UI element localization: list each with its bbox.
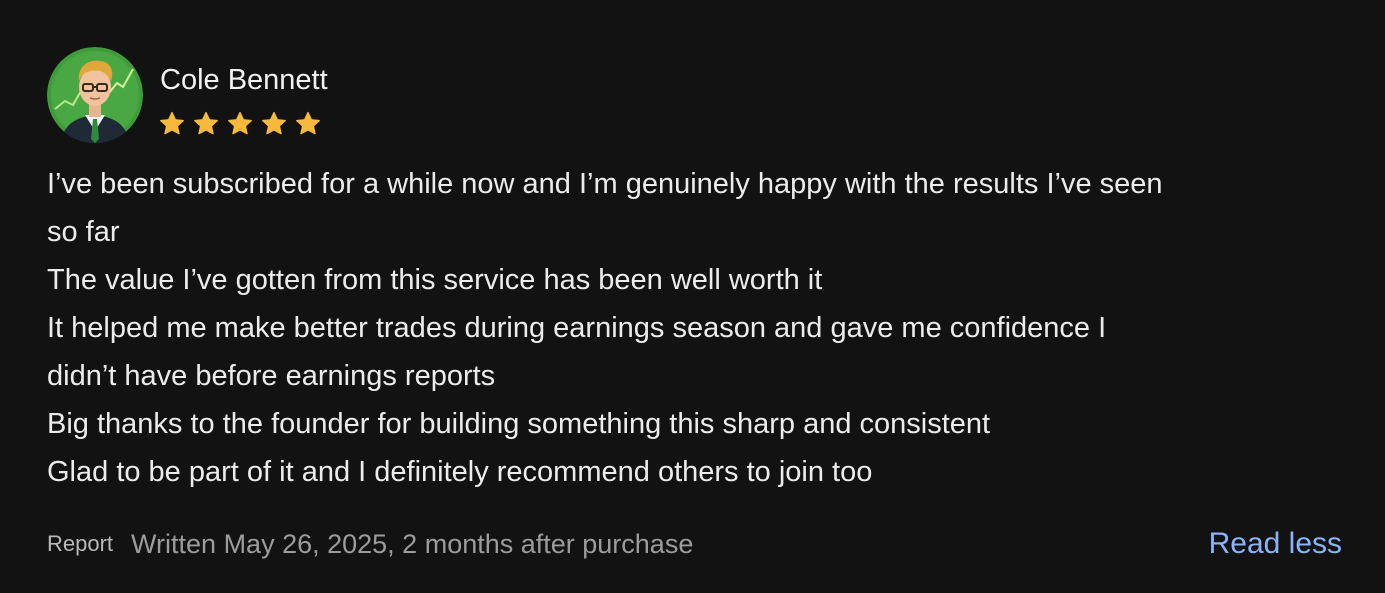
review-card: Cole Bennett I’ve been subscribed for a …	[0, 0, 1385, 593]
review-line: It helped me make better trades during e…	[47, 312, 1107, 344]
star-icon	[160, 111, 184, 135]
review-footer: Report Written May 26, 2025, 2 months af…	[47, 524, 693, 564]
review-text: I’ve been subscribed for a while now and…	[47, 160, 1347, 496]
star-rating	[158, 110, 322, 138]
review-line: The value I’ve gotten from this service …	[47, 264, 823, 296]
star-icon	[194, 111, 218, 135]
avatar[interactable]	[47, 47, 143, 143]
review-line: I’ve been subscribed for a while now and…	[47, 168, 1163, 200]
avatar-image	[47, 47, 143, 143]
review-line: so far	[47, 216, 120, 248]
written-date: Written May 26, 2025, 2 months after pur…	[131, 528, 694, 559]
review-line: Glad to be part of it and I definitely r…	[47, 456, 873, 488]
star-icon	[228, 111, 252, 135]
report-button[interactable]: Report	[47, 531, 113, 557]
star-icon	[262, 111, 286, 135]
author-name: Cole Bennett	[160, 64, 328, 96]
review-line: Big thanks to the founder for building s…	[47, 408, 991, 440]
star-icon	[296, 111, 320, 135]
review-line: didn’t have before earnings reports	[47, 360, 496, 392]
read-less-button[interactable]: Read less	[1209, 524, 1342, 564]
